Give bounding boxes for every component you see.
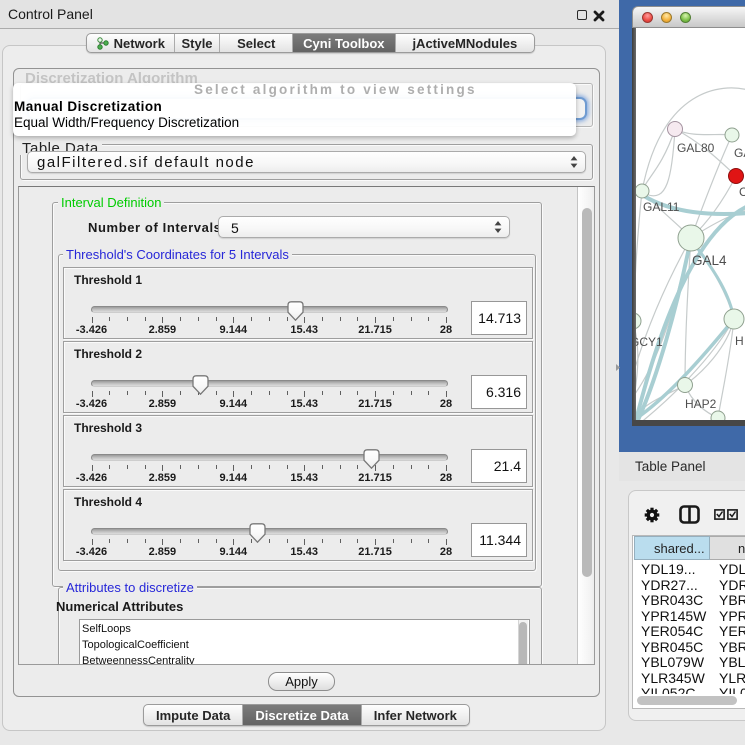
svg-text:GA: GA	[734, 146, 745, 160]
svg-text:C: C	[739, 185, 745, 199]
svg-text:GAL4: GAL4	[692, 253, 727, 268]
svg-text:H: H	[735, 334, 744, 348]
svg-text:GAL11: GAL11	[643, 200, 680, 214]
svg-text:HAP2: HAP2	[685, 397, 717, 411]
svg-text:GAL80: GAL80	[677, 141, 715, 155]
svg-text:GCY1: GCY1	[636, 335, 663, 349]
